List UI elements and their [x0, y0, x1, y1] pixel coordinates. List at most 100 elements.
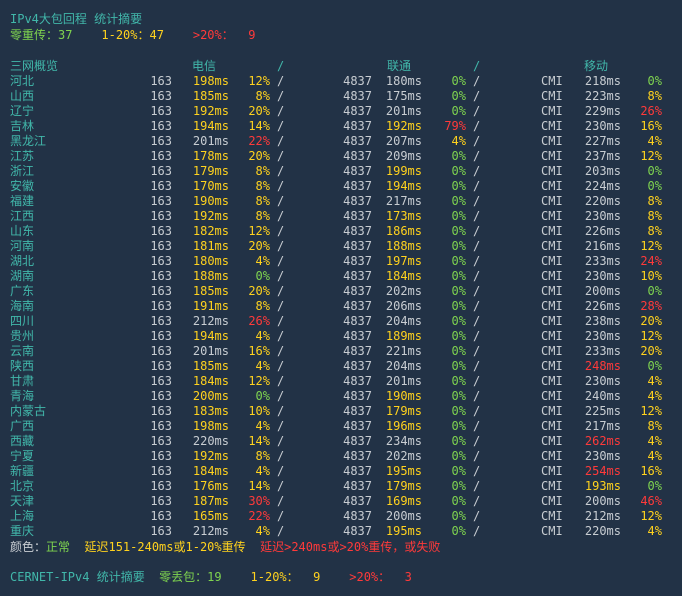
unicom-asn: 4837 [343, 209, 372, 223]
unicom-loss: 79% [444, 119, 466, 133]
telecom-asn: 163 [150, 74, 172, 88]
mobile-asn: CMI [541, 479, 563, 493]
row-sep-1: / [277, 479, 285, 493]
mobile-loss: 8% [647, 419, 662, 433]
unicom-asn: 4837 [343, 299, 372, 313]
unicom-loss: 0% [451, 434, 466, 448]
mobile-latency: 237ms [584, 149, 621, 163]
unicom-latency: 199ms [385, 164, 422, 178]
province-label: 吉林 [10, 119, 35, 133]
mobile-loss: 8% [647, 224, 662, 238]
unicom-latency: 175ms [385, 89, 422, 103]
table-row: 山东 163 182ms 12% / 4837 186ms 0% / CMI 226ms 8% [0, 224, 682, 239]
row-sep-2: / [473, 344, 481, 358]
mobile-loss: 8% [647, 89, 662, 103]
mobile-loss: 12% [640, 329, 662, 343]
cernet-high-label: >20%： [349, 570, 391, 584]
mobile-asn: CMI [541, 254, 563, 268]
mobile-asn: CMI [541, 269, 563, 283]
telecom-loss: 12% [248, 224, 270, 238]
unicom-latency: 190ms [385, 389, 422, 403]
telecom-asn: 163 [150, 479, 172, 493]
legend-normal: 正常 [46, 540, 71, 554]
unicom-latency: 194ms [385, 179, 422, 193]
row-sep-1: / [277, 254, 285, 268]
unicom-latency: 209ms [385, 149, 422, 163]
unicom-loss: 0% [451, 89, 466, 103]
row-sep-1: / [277, 464, 285, 478]
row-sep-1: / [277, 209, 285, 223]
cernet-high-value: 3 [404, 570, 412, 584]
mobile-asn: CMI [541, 134, 563, 148]
telecom-latency: 185ms [192, 284, 229, 298]
unicom-asn: 4837 [343, 284, 372, 298]
row-sep-2: / [473, 494, 481, 508]
table-row: 西藏 163 220ms 14% / 4837 234ms 0% / CMI 262ms 4% [0, 434, 682, 449]
unicom-latency: 192ms [385, 119, 422, 133]
telecom-latency: 187ms [192, 494, 229, 508]
mobile-latency: 262ms [584, 434, 621, 448]
province-label: 广东 [10, 284, 35, 298]
mobile-asn: CMI [541, 359, 563, 373]
mobile-loss: 16% [640, 464, 662, 478]
table-row: 天津 163 187ms 30% / 4837 169ms 0% / CMI 200ms 46% [0, 494, 682, 509]
telecom-loss: 20% [248, 104, 270, 118]
cernet-zero-label: 零丢包： [159, 570, 208, 584]
row-sep-1: / [277, 449, 285, 463]
telecom-asn: 163 [150, 404, 172, 418]
unicom-loss: 0% [451, 254, 466, 268]
telecom-loss: 8% [255, 299, 270, 313]
telecom-loss: 4% [255, 464, 270, 478]
table-row: 海南 163 191ms 8% / 4837 206ms 0% / CMI 226ms 28% [0, 299, 682, 314]
mobile-latency: 233ms [584, 344, 621, 358]
table-row: 四川 163 212ms 26% / 4837 204ms 0% / CMI 238ms 20% [0, 314, 682, 329]
row-sep-2: / [473, 524, 481, 538]
unicom-loss: 0% [451, 74, 466, 88]
telecom-asn: 163 [150, 149, 172, 163]
unicom-asn: 4837 [343, 509, 372, 523]
telecom-loss: 30% [248, 494, 270, 508]
unicom-loss: 0% [451, 344, 466, 358]
row-sep-1: / [277, 239, 285, 253]
telecom-loss: 0% [255, 269, 270, 283]
unicom-asn: 4837 [343, 464, 372, 478]
province-label: 山西 [10, 89, 35, 103]
mobile-latency: 200ms [584, 494, 621, 508]
mobile-latency: 230ms [584, 449, 621, 463]
province-label: 陕西 [10, 359, 35, 373]
mobile-latency: 220ms [584, 194, 621, 208]
unicom-latency: 188ms [385, 239, 422, 253]
row-sep-1: / [277, 284, 285, 298]
unicom-latency: 206ms [385, 299, 422, 313]
unicom-asn: 4837 [343, 524, 372, 538]
telecom-loss: 14% [248, 479, 270, 493]
row-sep-2: / [473, 104, 481, 118]
telecom-latency: 212ms [192, 524, 229, 538]
province-label: 云南 [10, 344, 35, 358]
row-sep-2: / [473, 269, 481, 283]
table-row: 广东 163 185ms 20% / 4837 202ms 0% / CMI 200ms 0% [0, 284, 682, 299]
cernet-mid-label: 1-20%： [250, 570, 299, 584]
row-sep-2: / [473, 314, 481, 328]
table-row: 湖北 163 180ms 4% / 4837 197ms 0% / CMI 233ms 24% [0, 254, 682, 269]
table-row: 内蒙古 163 183ms 10% / 4837 179ms 0% / CMI 225ms 12% [0, 404, 682, 419]
table-row: 安徽 163 170ms 8% / 4837 194ms 0% / CMI 224ms 0% [0, 179, 682, 194]
province-label: 天津 [10, 494, 35, 508]
unicom-latency: 202ms [385, 284, 422, 298]
province-label: 上海 [10, 509, 35, 523]
telecom-loss: 4% [255, 329, 270, 343]
mobile-loss: 46% [640, 494, 662, 508]
row-sep-2: / [473, 254, 481, 268]
unicom-latency: 195ms [385, 524, 422, 538]
row-sep-1: / [277, 299, 285, 313]
telecom-asn: 163 [150, 209, 172, 223]
mobile-latency: 254ms [584, 464, 621, 478]
mobile-asn: CMI [541, 164, 563, 178]
table-header: 三网概览 电信 / 联通 / 移动 [0, 59, 682, 74]
table-row: 陕西 163 185ms 4% / 4837 204ms 0% / CMI 248ms 0% [0, 359, 682, 374]
mobile-loss: 8% [647, 194, 662, 208]
telecom-latency: 190ms [192, 194, 229, 208]
mobile-loss: 0% [647, 359, 662, 373]
table-row: 上海 163 165ms 22% / 4837 200ms 0% / CMI 212ms 12% [0, 509, 682, 524]
unicom-loss: 0% [451, 449, 466, 463]
